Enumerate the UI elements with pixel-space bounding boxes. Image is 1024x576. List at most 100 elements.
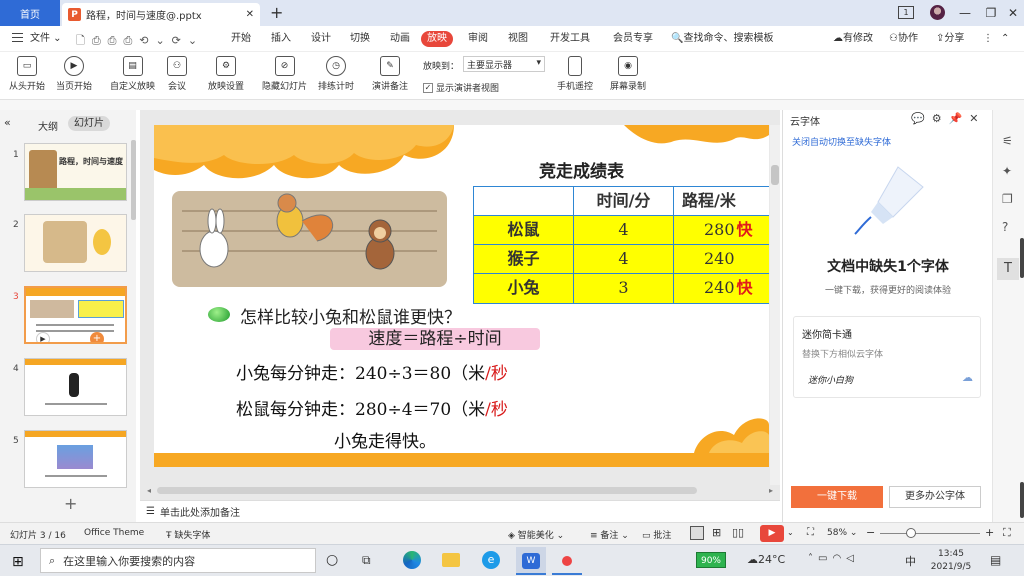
folder-icon[interactable]: ▭ (818, 553, 832, 564)
slide-thumbnail-4[interactable] (24, 358, 127, 416)
close-window-icon[interactable]: ✕ (1000, 4, 1024, 22)
animation-icon[interactable]: ✦ (1002, 164, 1012, 178)
fit-window-icon[interactable]: ⛶ (1003, 526, 1011, 540)
auto-switch-link[interactable]: 关闭自动切换至缺失字体 (792, 135, 891, 148)
menu-developer[interactable]: 开发工具 (547, 31, 593, 47)
menu-review[interactable]: 审阅 (465, 31, 491, 47)
notes-toggle[interactable]: ≡ 备注 ⌄ (590, 528, 629, 541)
taskbar-search[interactable]: ⌕ 在这里输入你要搜索的内容 (40, 548, 316, 573)
home-tab[interactable]: 首页 (0, 0, 60, 26)
meeting-button[interactable]: ⚇ 会议 (167, 56, 187, 92)
hide-slide-button[interactable]: ⊘ 隐藏幻灯片 (262, 56, 307, 92)
outline-tab[interactable]: 大纲 (38, 118, 58, 133)
browser-icon[interactable]: e (482, 551, 500, 569)
menu-file[interactable]: 文件 ⌄ (27, 31, 65, 47)
quick-access-toolbar[interactable]: 🗋⎙⎙⎙⟲⌄⟳⌄ (76, 32, 204, 51)
cortana-icon[interactable]: ○ (326, 552, 338, 568)
menu-slideshow[interactable]: 放映 (421, 31, 453, 47)
start-from-beginning-button[interactable]: ▭ 从头开始 (9, 56, 45, 92)
reading-view-icon[interactable]: ▯▯ (732, 526, 744, 539)
presenter-view-checkbox[interactable]: ✓ 显示演讲者视图 (423, 81, 499, 94)
copy-icon[interactable]: ❐ (1002, 192, 1013, 206)
hamburger-icon[interactable] (12, 33, 23, 42)
vertical-scrollbar[interactable] (770, 125, 780, 485)
panel-tools[interactable]: 💬⚙📌✕ (911, 112, 986, 125)
mobile-remote-button[interactable]: 手机遥控 (557, 56, 593, 92)
menu-design[interactable]: 设计 (308, 31, 334, 47)
chevron-up-icon[interactable]: ˄ (808, 553, 818, 564)
add-slide-icon[interactable]: + (90, 332, 104, 342)
show-settings-button[interactable]: ⚙ 放映设置 (208, 56, 244, 92)
comment-icon[interactable]: 💬 (911, 112, 932, 125)
zoom-slider[interactable] (880, 533, 980, 534)
side-scroll-thumb[interactable] (1020, 238, 1024, 278)
zoom-slider-thumb[interactable] (906, 528, 916, 538)
gear-icon[interactable]: ⚙ (932, 112, 949, 125)
font-card[interactable]: 迷你简卡通 替换下方相似云字体 迷你小白狗 ☁ (793, 316, 981, 398)
missing-font-status[interactable]: Ŧ 缺失字体 (166, 528, 210, 541)
tray-icons[interactable]: ˄▭◠◁ (808, 553, 859, 564)
speaker-notes-button[interactable]: ✎ 演讲备注 (372, 56, 408, 92)
fit-icon[interactable]: ⛶ (807, 527, 814, 538)
has-changes[interactable]: ☁有修改 (830, 31, 876, 47)
adjust-icon[interactable]: ⚟ (1002, 134, 1013, 148)
comments-toggle[interactable]: ▭ 批注 (642, 528, 671, 541)
rehearse-timing-button[interactable]: ◷ 排练计时 (318, 56, 354, 92)
network-icon[interactable]: ◠ (832, 553, 846, 564)
add-slide-button[interactable]: + (64, 494, 77, 513)
start-from-current-button[interactable]: ▶ 当页开始 (56, 56, 92, 92)
slide-thumbnail-1[interactable]: 路程，时间与速度 (24, 143, 127, 201)
screen-record-button[interactable]: ◉ 屏幕录制 (610, 56, 646, 92)
thumb-scrollbar[interactable] (131, 140, 136, 220)
close-icon[interactable]: ✕ (969, 112, 985, 125)
one-click-download-button[interactable]: 一键下载 (791, 486, 883, 508)
more-fonts-button[interactable]: 更多办公字体 (889, 486, 981, 508)
menu-view[interactable]: 视图 (505, 31, 531, 47)
document-tab[interactable]: P 路程，时间与速度@.pptx ✕ (62, 3, 260, 26)
pin-icon[interactable]: 📌 (949, 112, 970, 125)
collab-button[interactable]: ⚇协作 (886, 31, 921, 47)
share-button[interactable]: ⇪分享 (933, 31, 967, 47)
menu-insert[interactable]: 插入 (268, 31, 294, 47)
avatar[interactable] (930, 5, 945, 20)
horizontal-scrollbar[interactable]: ◂ ▸ (145, 484, 775, 498)
battery-indicator[interactable]: 90% (696, 552, 726, 568)
current-slide[interactable]: 竞走成绩表 时间/分 路程/米 松鼠 4 280 快 猴子 4 240 小兔 3 … (154, 125, 769, 467)
weather[interactable]: ☁24°C (747, 553, 785, 566)
menu-animation[interactable]: 动画 (387, 31, 413, 47)
minimize-icon[interactable]: — (952, 4, 978, 22)
wps-taskbar-item[interactable]: W (516, 547, 546, 575)
file-explorer-icon[interactable] (442, 553, 460, 567)
clock[interactable]: 13:45 2021/9/5 (930, 548, 972, 574)
help-icon[interactable]: ? (1002, 220, 1008, 234)
ime-indicator[interactable]: 中 (905, 553, 916, 569)
page-count-badge[interactable]: 1 (898, 6, 914, 19)
notes-area[interactable]: ☰ 单击此处添加备注 (140, 500, 780, 522)
slides-tab[interactable]: 幻灯片 (68, 116, 110, 131)
zoom-out-icon[interactable]: − (866, 526, 875, 539)
recorder-taskbar-item[interactable] (552, 547, 582, 575)
new-tab-button[interactable]: + (270, 3, 283, 22)
collapse-ribbon-icon[interactable]: ⌃ (998, 31, 1012, 47)
custom-show-button[interactable]: ▤ 自定义放映 (110, 56, 155, 92)
volume-icon[interactable]: ◁ (846, 553, 859, 564)
close-tab-icon[interactable]: ✕ (246, 9, 254, 20)
slide-thumbnail-3[interactable]: ▶ + (24, 286, 127, 344)
windows-start-icon[interactable]: ⊞ (12, 554, 24, 570)
menu-start[interactable]: 开始 (228, 31, 254, 47)
notification-icon[interactable]: ▤ (990, 553, 1001, 567)
collapse-panel-icon[interactable]: « (4, 116, 11, 129)
normal-view-icon[interactable] (690, 526, 704, 540)
download-cloud-icon[interactable]: ☁ (962, 371, 973, 384)
play-to-select[interactable]: 主要显示器 ▾ (463, 56, 545, 72)
zoom-in-icon[interactable]: + (985, 526, 994, 539)
sorter-view-icon[interactable]: ⊞ (712, 526, 721, 539)
menu-transition[interactable]: 切换 (347, 31, 373, 47)
smart-beautify[interactable]: ◈ 智能美化 ⌄ (508, 528, 564, 541)
slide-thumbnail-2[interactable] (24, 214, 127, 272)
command-search[interactable]: 🔍查找命令、搜索模板 (668, 31, 776, 47)
menu-member[interactable]: 会员专享 (610, 31, 656, 47)
font-icon[interactable]: T (997, 258, 1019, 280)
play-slide-icon[interactable]: ▶ (36, 332, 50, 342)
play-options-icon[interactable]: ⌄ (787, 528, 794, 537)
